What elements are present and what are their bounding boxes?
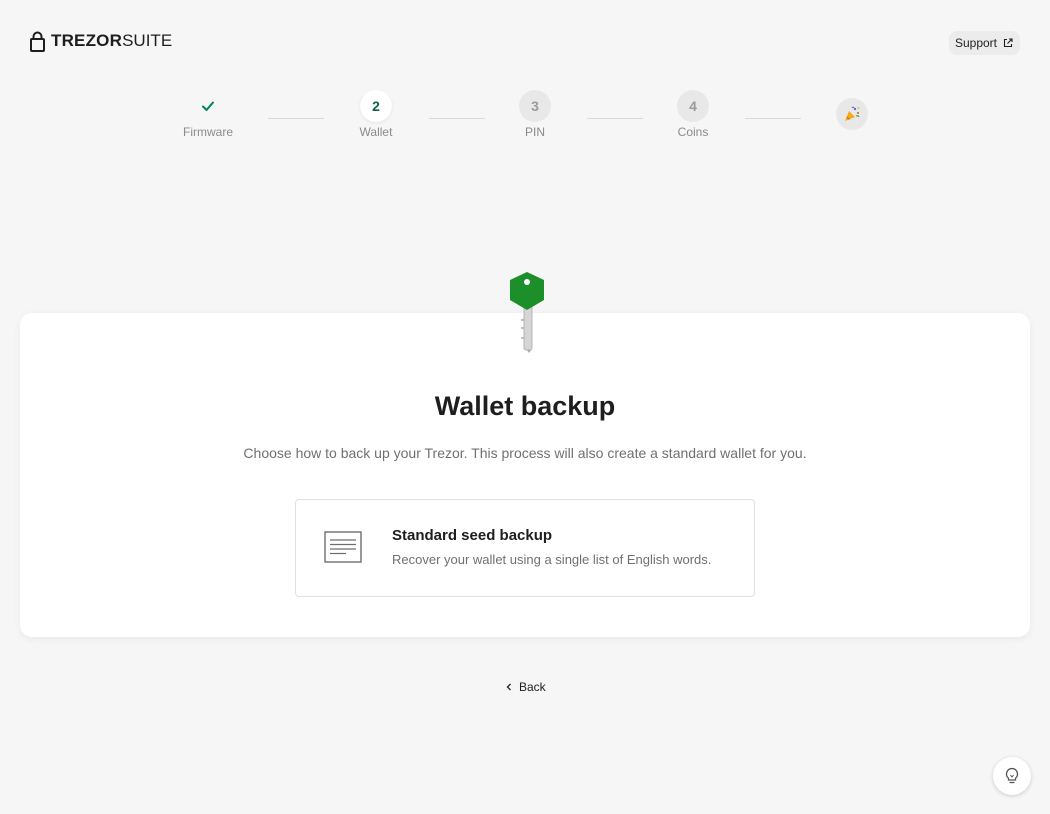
step-label: Firmware: [183, 125, 233, 139]
step-connector: [745, 118, 801, 119]
logo-text-bold: TREZOR: [51, 31, 123, 50]
step-firmware: Firmware: [163, 90, 253, 139]
step-number: 3: [519, 90, 551, 122]
step-connector: [587, 118, 643, 119]
step-pin: 3 PIN: [490, 90, 580, 139]
option-description: Recover your wallet using a single list …: [392, 552, 712, 567]
support-label: Support: [954, 36, 997, 50]
onboarding-screen: TREZORSUITE Support Firmware 2 Wallet 3: [0, 0, 1050, 814]
step-done-circle: [192, 90, 224, 122]
step-connector: [268, 118, 324, 119]
step-number: 4: [677, 90, 709, 122]
step-final: [836, 98, 868, 130]
step-connector: [429, 118, 485, 119]
document-list-icon: [324, 531, 362, 563]
step-label: Wallet: [359, 125, 393, 139]
logo-text-light: SUITE: [122, 31, 173, 50]
step-wallet: 2 Wallet: [331, 90, 421, 139]
step-number: 2: [360, 90, 392, 122]
option-title: Standard seed backup: [392, 527, 553, 544]
logo-text: TREZOR SUITE: [51, 31, 172, 51]
wallet-backup-card: Wallet backup Choose how to back up your…: [20, 313, 1030, 637]
checkmark-icon: [202, 101, 214, 111]
back-button[interactable]: Back: [505, 680, 546, 694]
trezor-lock-icon: [30, 31, 45, 52]
page-title: Wallet backup: [434, 391, 616, 421]
back-label: Back: [519, 680, 546, 694]
lightbulb-icon: [1005, 767, 1019, 784]
external-link-icon: [1003, 38, 1013, 48]
trezor-suite-logo: TREZOR SUITE: [30, 30, 172, 52]
tips-button[interactable]: [993, 757, 1031, 795]
chevron-left-icon: [506, 683, 511, 691]
key-icon: [510, 272, 544, 353]
party-popper-icon: [845, 106, 860, 121]
page-subtitle: Choose how to back up your Trezor. This …: [243, 445, 807, 461]
step-label: Coins: [677, 125, 709, 139]
step-coins: 4 Coins: [648, 90, 738, 139]
standard-seed-backup-option[interactable]: Standard seed backup Recover your wallet…: [295, 499, 755, 597]
support-button[interactable]: Support: [948, 31, 1020, 55]
step-label: PIN: [524, 125, 545, 139]
